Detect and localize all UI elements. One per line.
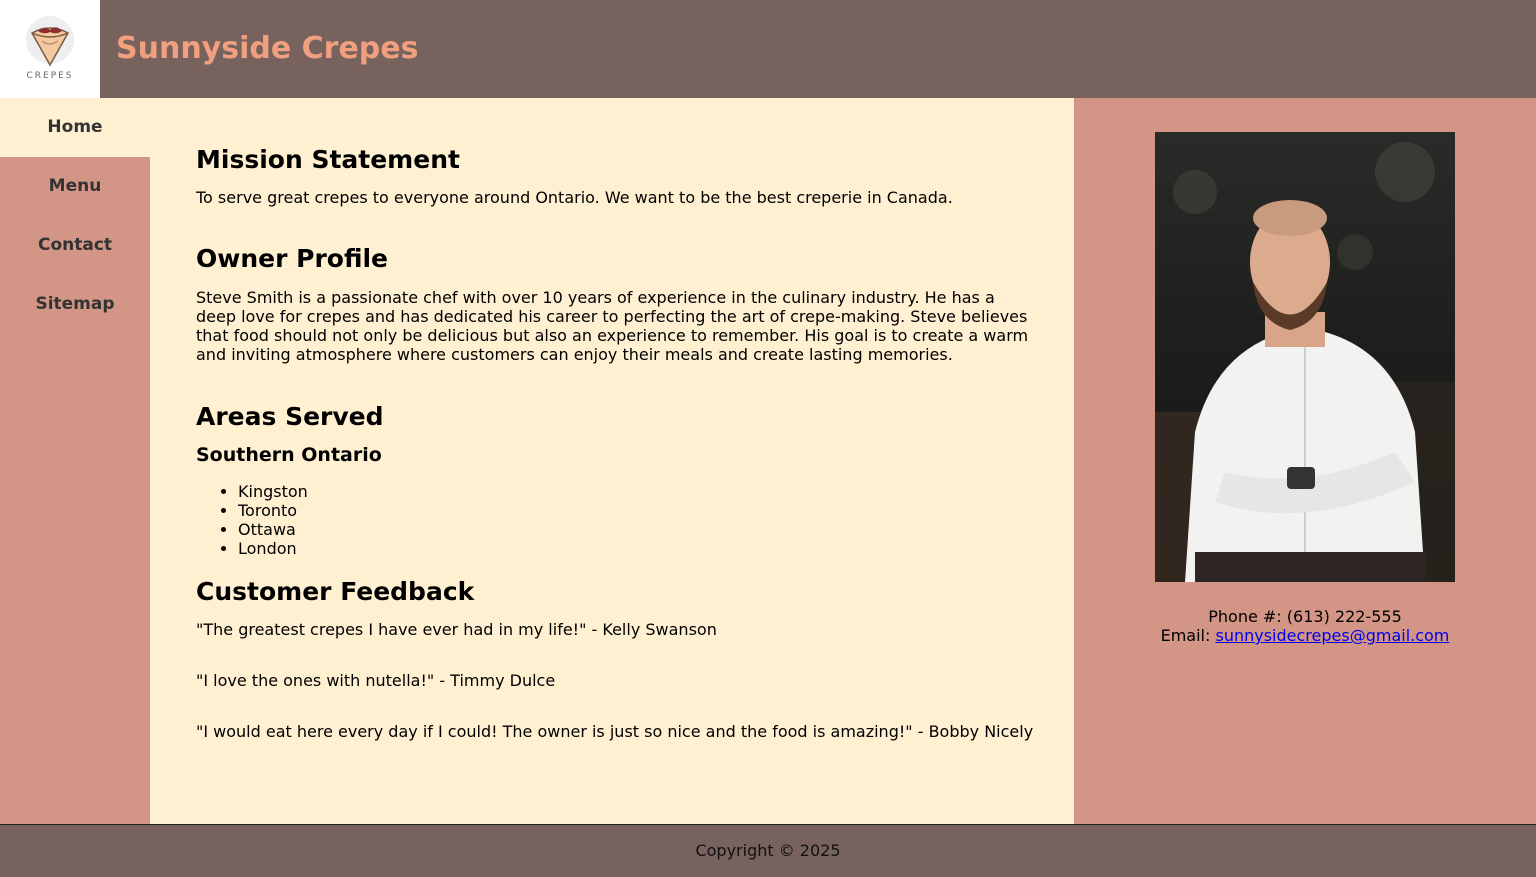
nav-item-sitemap[interactable]: Sitemap (0, 275, 150, 334)
feedback-quote: "The greatest crepes I have ever had in … (196, 620, 717, 639)
email-link[interactable]: sunnysidecrepes@gmail.com (1215, 626, 1449, 645)
owner-photo (1155, 132, 1455, 582)
nav-item-contact[interactable]: Contact (0, 216, 150, 275)
list-item: Ottawa (238, 520, 1074, 539)
feedback-heading: Customer Feedback (196, 577, 475, 606)
email-label: Email: (1160, 626, 1216, 645)
right-panel: Phone #: (613) 222-555 Email: sunnysidec… (1074, 98, 1536, 824)
logo[interactable]: CREPES (0, 0, 100, 98)
feedback-quote: "I love the ones with nutella!" - Timmy … (196, 671, 556, 690)
copyright-text: Copyright © 2025 (695, 841, 841, 860)
city-list: Kingston Toronto Ottawa London (196, 482, 1074, 558)
list-item: London (238, 539, 1074, 558)
feedback-quote: "I would eat here every day if I could! … (196, 722, 1034, 741)
email-line: Email: sunnysidecrepes@gmail.com (1074, 626, 1536, 645)
nav-item-home[interactable]: Home (0, 98, 150, 157)
contact-info: Phone #: (613) 222-555 Email: sunnysidec… (1074, 607, 1536, 645)
crepe-logo-icon (26, 16, 74, 67)
site-footer: Copyright © 2025 (0, 824, 1536, 877)
phone-text: Phone #: (613) 222-555 (1208, 607, 1402, 626)
mission-text: To serve great crepes to everyone around… (196, 188, 953, 207)
site-header: CREPES Sunnyside Crepes (0, 0, 1536, 98)
mission-heading: Mission Statement (196, 145, 460, 174)
logo-text: CREPES (26, 71, 74, 81)
sidebar-nav: Home Menu Contact Sitemap (0, 98, 150, 824)
areas-heading: Areas Served (196, 402, 384, 431)
owner-text: Steve Smith is a passionate chef with ov… (196, 288, 1029, 364)
list-item: Kingston (238, 482, 1074, 501)
main-content: Mission Statement To serve great crepes … (150, 98, 1074, 824)
site-title: Sunnyside Crepes (116, 31, 419, 66)
owner-heading: Owner Profile (196, 244, 389, 273)
nav-item-menu[interactable]: Menu (0, 157, 150, 216)
areas-subheading: Southern Ontario (196, 444, 382, 466)
list-item: Toronto (238, 501, 1074, 520)
